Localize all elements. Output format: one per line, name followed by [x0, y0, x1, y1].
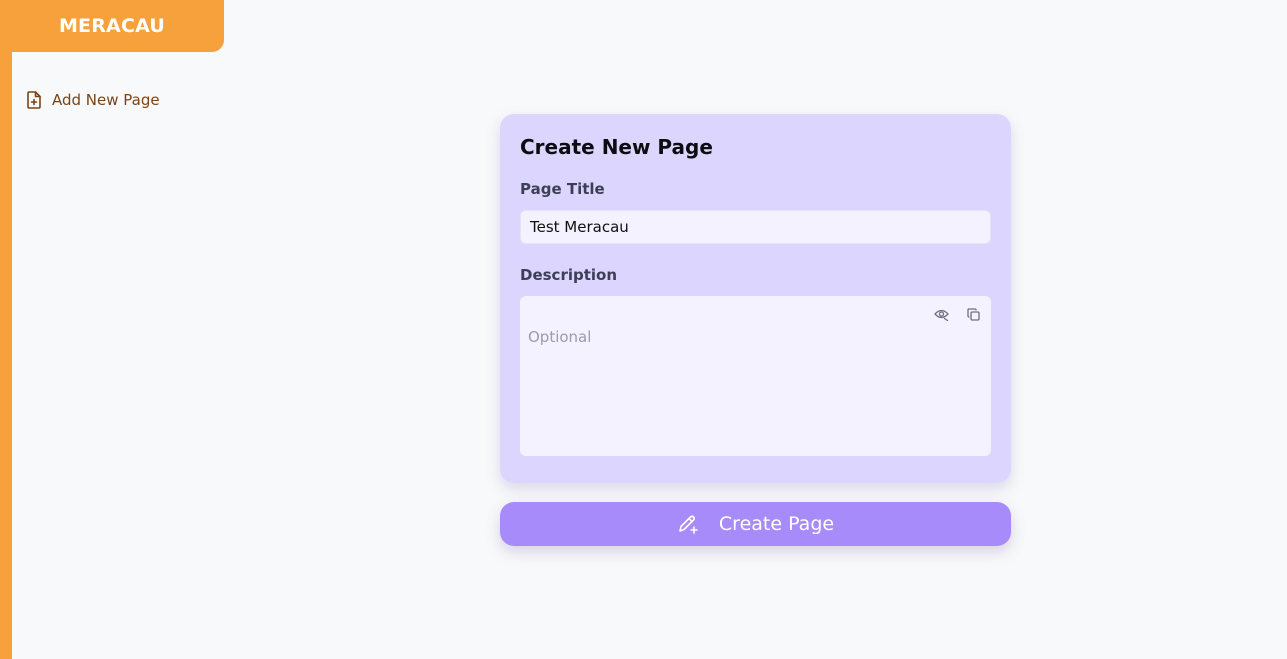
- sidebar: [12, 52, 224, 659]
- file-plus-icon: [26, 91, 42, 109]
- card-title: Create New Page: [520, 135, 713, 159]
- sidebar-item-label: Add New Page: [52, 91, 160, 109]
- description-input[interactable]: [520, 296, 991, 456]
- page-title-input[interactable]: [520, 210, 991, 244]
- description-editor: [520, 296, 991, 456]
- app-root: MERACAU Add New Page Create New Page Pag…: [0, 0, 1287, 659]
- brand-name: MERACAU: [58, 15, 166, 37]
- description-label: Description: [520, 266, 618, 284]
- eye-icon[interactable]: [933, 306, 949, 322]
- create-page-button[interactable]: Create Page: [500, 502, 1011, 546]
- page-title-label: Page Title: [520, 180, 605, 198]
- sidebar-item-add-new-page[interactable]: Add New Page: [26, 89, 160, 111]
- copy-icon[interactable]: [965, 306, 981, 322]
- create-page-button-label: Create Page: [718, 513, 835, 535]
- create-page-card: Create New Page Page Title Description: [500, 114, 1011, 483]
- brand-header: MERACAU: [0, 0, 224, 52]
- pencil-plus-icon: [677, 513, 699, 535]
- sidebar-rail: [0, 0, 12, 659]
